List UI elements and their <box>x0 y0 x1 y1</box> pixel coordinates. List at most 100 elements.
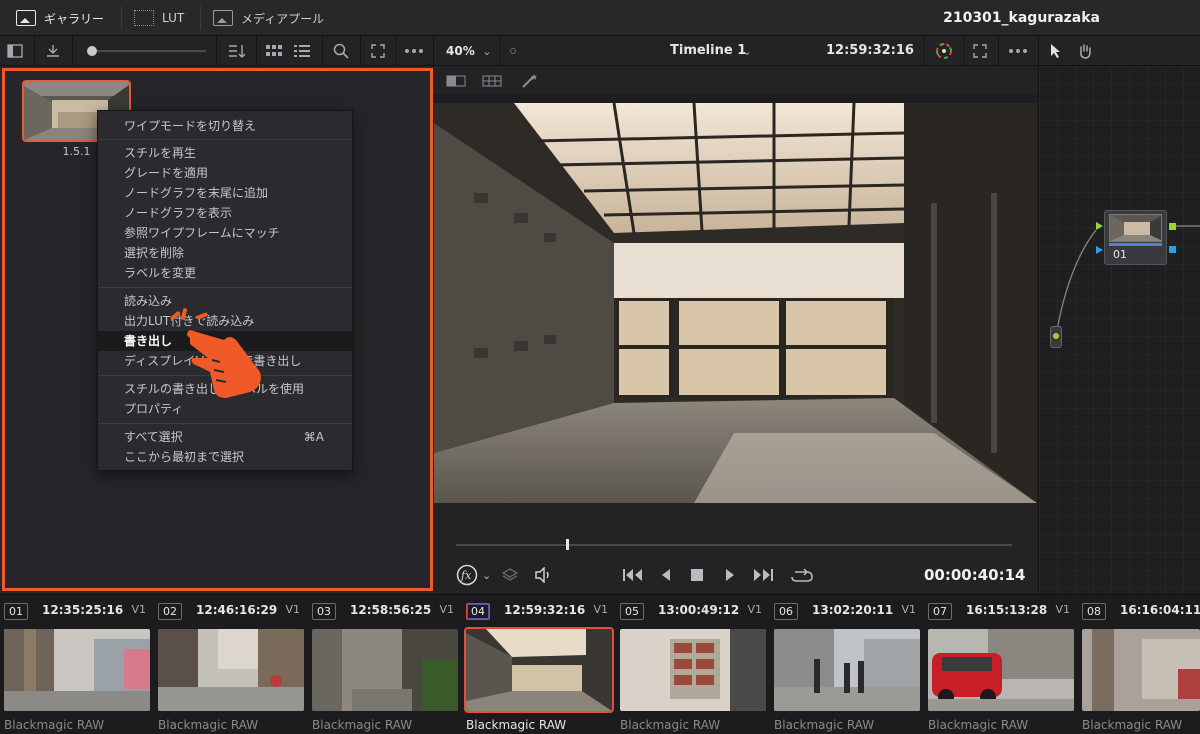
menu-item-properties[interactable]: プロパティ <box>98 399 352 419</box>
playback-timecode: 00:00:40:14 <box>924 566 1026 584</box>
clip-codec: Blackmagic RAW <box>928 718 1029 732</box>
menu-item-label: ラベルを変更 <box>124 266 197 280</box>
clip-track: V1 <box>131 603 146 616</box>
thumbnail-size-slider[interactable] <box>90 50 206 52</box>
sort-icon[interactable] <box>226 36 248 66</box>
loop-icon[interactable] <box>790 563 814 587</box>
clip-item[interactable]: 07 16:15:13:28 V1 Blackmagic RAW <box>924 595 1074 734</box>
menu-item-label: 選択を削除 <box>124 246 185 260</box>
menu-item-show-node-graph[interactable]: ノードグラフを表示 <box>98 203 352 223</box>
clip-thumbnail <box>620 629 766 711</box>
split-view-icon[interactable] <box>444 66 468 96</box>
clip-item[interactable]: 01 12:35:25:16 V1 Blackmagic RAW <box>0 595 150 734</box>
menu-item-change-label[interactable]: ラベルを変更 <box>98 263 352 283</box>
clip-number: 01 <box>4 603 28 620</box>
clip-item[interactable]: 03 12:58:56:25 V1 Blackmagic RAW <box>308 595 458 734</box>
menu-item-apply-grade[interactable]: グレードを適用 <box>98 163 352 183</box>
clip-number: 05 <box>620 603 644 620</box>
zoom-level[interactable]: 40% <box>446 36 475 66</box>
clip-codec: Blackmagic RAW <box>774 718 875 732</box>
clip-number: 02 <box>158 603 182 620</box>
node-key-input-port[interactable] <box>1096 246 1103 254</box>
chevron-down-icon[interactable]: ⌄ <box>480 36 494 66</box>
clip-item[interactable]: 08 16:16:04:11 Blackmagic RAW <box>1078 595 1200 734</box>
clip-item-active[interactable]: 04 12:59:32:16 V1 Blackmagic RAW <box>462 595 614 734</box>
playhead[interactable] <box>566 539 569 550</box>
clip-codec: Blackmagic RAW <box>1082 718 1183 732</box>
pointer-icon[interactable] <box>1046 36 1066 66</box>
color-picker-icon[interactable] <box>932 36 956 66</box>
clip-timecode: 12:35:25:16 <box>42 603 124 617</box>
top-tab-bar: ギャラリー LUT メディアプール 210301_kagurazaka <box>0 0 1200 36</box>
scrub-bar[interactable] <box>456 544 1012 546</box>
hand-icon[interactable] <box>1074 36 1096 66</box>
input-port[interactable] <box>1050 326 1062 348</box>
chevron-down-icon[interactable]: ⌄ <box>482 563 491 587</box>
viewer-fullscreen-icon[interactable] <box>970 36 990 66</box>
menu-item-play-still[interactable]: スチルを再生 <box>98 143 352 163</box>
fx-icon[interactable]: fx <box>456 563 478 587</box>
clip-number: 07 <box>928 603 952 620</box>
tab-media-pool[interactable]: メディアプール <box>213 0 324 36</box>
node-label: 01 <box>1113 248 1127 261</box>
clip-track: V1 <box>1055 603 1070 616</box>
gallery-icon <box>16 10 36 26</box>
search-icon[interactable] <box>330 36 352 66</box>
grid-view-icon[interactable] <box>264 36 284 66</box>
menu-item-select-all[interactable]: すべて選択 ⌘A <box>98 427 352 447</box>
skip-to-end-icon[interactable] <box>752 563 774 587</box>
menu-item-label: すべて選択 <box>124 430 183 444</box>
tab-divider <box>121 6 122 30</box>
slider-knob[interactable] <box>87 46 97 56</box>
project-title: 210301_kagurazaka <box>943 10 1100 26</box>
clip-track: V1 <box>901 603 916 616</box>
node-key-output-port[interactable] <box>1169 246 1176 253</box>
gallery-grid-icon[interactable] <box>480 66 504 96</box>
clip-item[interactable]: 06 13:02:20:11 V1 Blackmagic RAW <box>770 595 920 734</box>
fullscreen-icon[interactable] <box>368 36 388 66</box>
clip-thumbnail <box>464 627 614 713</box>
clip-item[interactable]: 02 12:46:16:29 V1 Blackmagic RAW <box>154 595 304 734</box>
clip-timecode: 16:15:13:28 <box>966 603 1048 617</box>
lut-icon <box>134 10 154 26</box>
speaker-icon[interactable] <box>534 563 552 587</box>
menu-item-match-wipe-frame[interactable]: 参照ワイプフレームにマッチ <box>98 223 352 243</box>
video-viewer[interactable] <box>434 103 1037 503</box>
list-view-icon[interactable] <box>292 36 312 66</box>
tab-gallery[interactable]: ギャラリー <box>16 0 104 36</box>
play-icon[interactable] <box>724 563 736 587</box>
node-input-port[interactable] <box>1096 222 1103 230</box>
clip-track: V1 <box>439 603 454 616</box>
timeline-name[interactable]: Timeline 1 <box>670 36 746 66</box>
stop-icon[interactable] <box>690 563 704 587</box>
step-back-icon[interactable] <box>660 563 672 587</box>
clip-item[interactable]: 05 13:00:49:12 V1 Blackmagic RAW <box>616 595 766 734</box>
clip-timecode: 13:00:49:12 <box>658 603 740 617</box>
menu-item-append-node-graph[interactable]: ノードグラフを末尾に追加 <box>98 183 352 203</box>
tab-lut-label: LUT <box>162 11 185 25</box>
menu-item-toggle-wipe[interactable]: ワイプモードを切り替え <box>98 116 352 136</box>
menu-item-label: プロパティ <box>124 402 184 416</box>
menu-item-delete-selected[interactable]: 選択を削除 <box>98 243 352 263</box>
more-icon[interactable] <box>402 36 426 66</box>
viewer-more-icon[interactable] <box>1006 36 1030 66</box>
tab-lut[interactable]: LUT <box>134 0 184 36</box>
svg-text:fx: fx <box>460 569 472 582</box>
menu-item-label: グレードを適用 <box>124 166 209 180</box>
node-01[interactable]: 01 <box>1104 210 1167 265</box>
viewer-controls: fx ⌄ 00:00:40:14 <box>434 503 1038 593</box>
layers-icon[interactable] <box>502 563 518 587</box>
sidebar-icon[interactable] <box>4 36 26 66</box>
clip-track: V1 <box>747 603 762 616</box>
import-icon[interactable] <box>42 36 64 66</box>
node-output-port[interactable] <box>1169 223 1176 230</box>
clip-track: V1 <box>285 603 300 616</box>
chevron-down-icon[interactable]: ⌄ <box>740 36 754 66</box>
media-pool-icon <box>213 10 233 26</box>
menu-item-select-to-first[interactable]: ここから最初まで選択 <box>98 447 352 467</box>
clip-thumbnail <box>158 629 304 711</box>
magic-wand-icon[interactable] <box>518 66 542 96</box>
skip-to-start-icon[interactable] <box>622 563 644 587</box>
clip-codec: Blackmagic RAW <box>4 718 105 732</box>
clip-thumbnail <box>928 629 1074 711</box>
